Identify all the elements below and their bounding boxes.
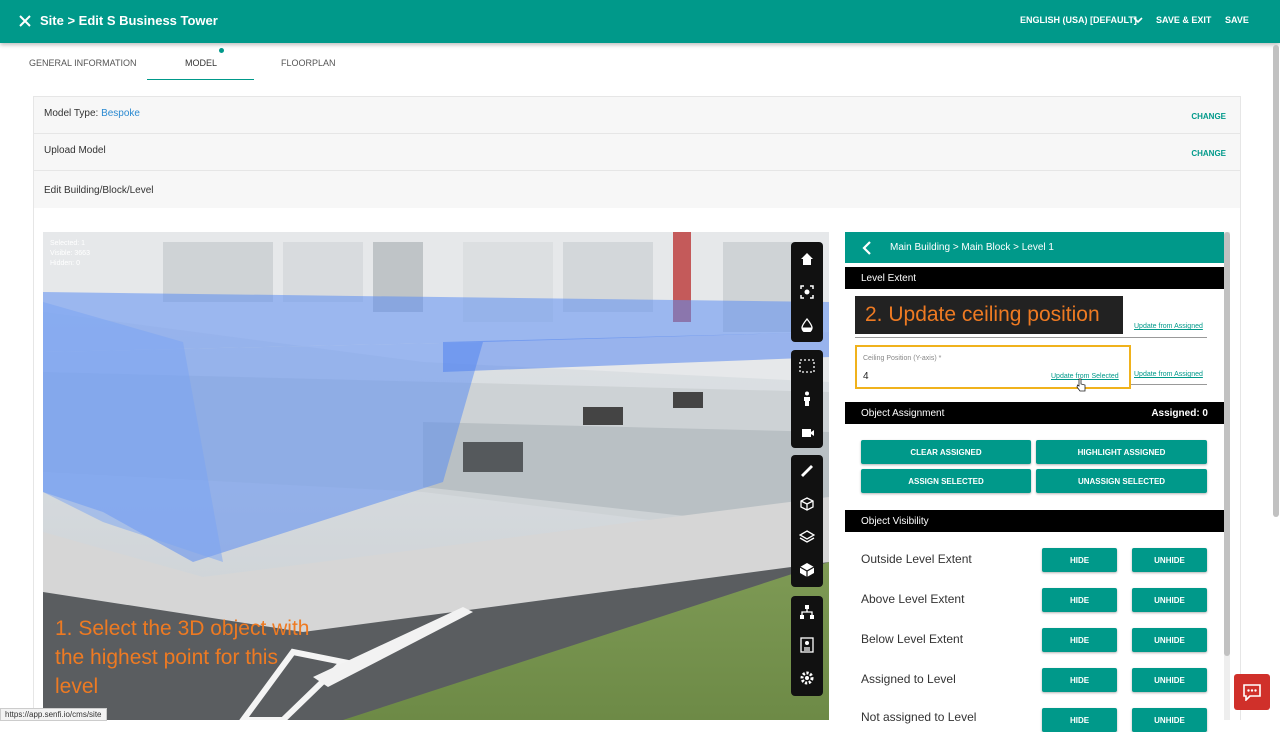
tab-floorplan[interactable]: FLOORPLAN <box>281 58 336 68</box>
hide-above-button[interactable]: HIDE <box>1042 588 1117 612</box>
xray-icon[interactable] <box>795 313 819 337</box>
layers-icon[interactable] <box>795 525 819 549</box>
gear-icon[interactable] <box>795 666 819 690</box>
back-arrow-icon[interactable] <box>861 240 875 256</box>
ceiling-update-from-assigned-link[interactable]: Update from Assigned <box>1134 371 1203 378</box>
panel-header: Main Building > Main Block > Level 1 <box>845 232 1224 263</box>
ceiling-position-label: Ceiling Position (Y-axis) * <box>863 355 942 362</box>
model-viewport[interactable]: Selected: 1 Visible: 3663 Hidden: 0 1. S… <box>43 232 829 720</box>
object-visibility-header: Object Visibility <box>845 510 1224 532</box>
measure-ruler-icon[interactable] <box>795 459 819 483</box>
unhide-assigned-button[interactable]: UNHIDE <box>1132 668 1207 692</box>
save-button[interactable]: SAVE <box>1225 15 1249 25</box>
upload-model-label: Upload Model <box>44 145 106 156</box>
chevron-down-icon[interactable] <box>1133 15 1143 25</box>
hide-below-button[interactable]: HIDE <box>1042 628 1117 652</box>
app-header: Site > Edit S Business Tower ENGLISH (US… <box>0 0 1280 43</box>
ceiling-position-input[interactable]: 4 <box>863 371 869 382</box>
box-select-icon[interactable] <box>795 354 819 378</box>
view-toolbar <box>791 242 823 342</box>
viewport-stats: Selected: 1 Visible: 3663 Hidden: 0 <box>50 240 90 267</box>
annotation-step-1: 1. Select the 3D object with the highest… <box>55 617 310 698</box>
fit-view-icon[interactable] <box>795 280 819 304</box>
floor-field-underline <box>855 337 1207 338</box>
hand-cursor-icon <box>1076 378 1086 392</box>
model-type-row: Model Type: Bespoke CHANGE <box>33 96 1241 134</box>
language-select[interactable]: ENGLISH (USA) [DEFAULT] <box>1020 15 1137 25</box>
edit-building-row: Edit Building/Block/Level <box>33 170 1241 209</box>
hide-outside-button[interactable]: HIDE <box>1042 548 1117 572</box>
visibility-row-label: Not assigned to Level <box>861 710 977 724</box>
visibility-row-label: Assigned to Level <box>861 672 956 686</box>
highlight-assigned-button[interactable]: HIGHLIGHT ASSIGNED <box>1036 440 1207 464</box>
unassign-selected-button[interactable]: UNASSIGN SELECTED <box>1036 469 1207 493</box>
status-bar-url: https://app.senfi.io/cms/site <box>0 708 107 721</box>
unhide-below-button[interactable]: UNHIDE <box>1132 628 1207 652</box>
assigned-count: Assigned: 0 <box>1151 408 1208 419</box>
save-exit-button[interactable]: SAVE & EXIT <box>1156 15 1211 25</box>
annotation-step-2: 2. Update ceiling position <box>855 296 1123 334</box>
object-assignment-header: Object Assignment Assigned: 0 <box>845 402 1224 424</box>
hide-not-assigned-button[interactable]: HIDE <box>1042 708 1117 732</box>
model-cube-icon[interactable] <box>795 558 819 582</box>
camera-icon[interactable] <box>795 420 819 444</box>
floor-update-from-assigned-link[interactable]: Update from Assigned <box>1134 323 1203 330</box>
panel-scrollbar-thumb[interactable] <box>1224 232 1230 656</box>
visibility-row-label: Outside Level Extent <box>861 552 972 566</box>
page-title: Site > Edit S Business Tower <box>40 13 218 28</box>
breadcrumb: Main Building > Main Block > Level 1 <box>890 242 1054 253</box>
tab-general-information[interactable]: GENERAL INFORMATION <box>29 58 137 68</box>
hide-assigned-button[interactable]: HIDE <box>1042 668 1117 692</box>
settings-toolbar <box>791 596 823 696</box>
close-icon[interactable] <box>16 12 34 30</box>
visibility-row-label: Below Level Extent <box>861 632 964 646</box>
level-extent-header: Level Extent <box>845 267 1224 289</box>
unhide-outside-button[interactable]: UNHIDE <box>1132 548 1207 572</box>
assign-selected-button[interactable]: ASSIGN SELECTED <box>861 469 1031 493</box>
visibility-row-label: Above Level Extent <box>861 592 965 606</box>
unhide-above-button[interactable]: UNHIDE <box>1132 588 1207 612</box>
ceiling-position-field[interactable]: Ceiling Position (Y-axis) * 4 Update fro… <box>855 345 1131 392</box>
upload-model-row: Upload Model CHANGE <box>33 133 1241 171</box>
chat-button[interactable] <box>1234 674 1270 710</box>
unhide-not-assigned-button[interactable]: UNHIDE <box>1132 708 1207 732</box>
change-model-type-button[interactable]: CHANGE <box>1191 112 1226 121</box>
chat-icon <box>1243 684 1261 701</box>
level-panel: Main Building > Main Block > Level 1 Lev… <box>845 232 1224 732</box>
ceiling-field-underline <box>1131 384 1207 385</box>
model-type-value: Bespoke <box>101 108 140 119</box>
clear-assigned-button[interactable]: CLEAR ASSIGNED <box>861 440 1031 464</box>
change-upload-model-button[interactable]: CHANGE <box>1191 149 1226 158</box>
model-type-label: Model Type: <box>44 108 99 119</box>
properties-icon[interactable] <box>795 633 819 657</box>
active-tab-indicator <box>147 79 254 80</box>
tools-toolbar <box>791 455 823 587</box>
home-icon[interactable] <box>795 247 819 271</box>
model-tree-icon[interactable] <box>795 600 819 624</box>
section-box-icon[interactable] <box>795 492 819 516</box>
select-toolbar <box>791 350 823 448</box>
walk-person-icon[interactable] <box>795 387 819 411</box>
edit-building-label: Edit Building/Block/Level <box>44 185 154 196</box>
tab-model[interactable]: MODEL <box>185 58 217 68</box>
unsaved-indicator <box>219 48 224 53</box>
page-scrollbar-thumb[interactable] <box>1273 45 1279 517</box>
